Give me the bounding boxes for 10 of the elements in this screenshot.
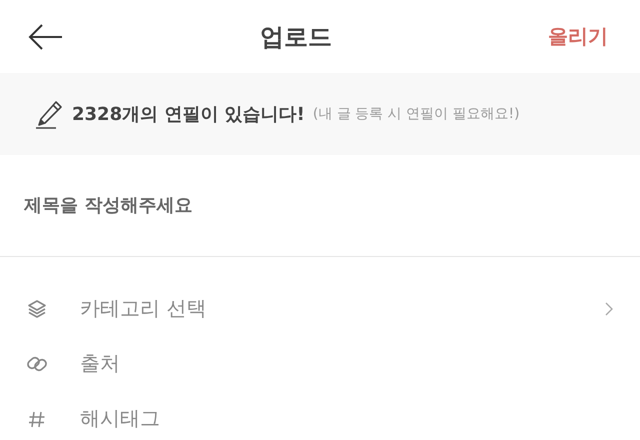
page-title: 업로드 — [260, 22, 332, 52]
pencil-icon — [34, 99, 64, 129]
upload-button[interactable]: 올리기 — [548, 23, 608, 50]
notice-hint: (내 글 등록 시 연필이 필요해요!) — [312, 105, 520, 123]
layers-icon — [26, 298, 48, 320]
option-item[interactable]: 카테고리 선택 — [80, 295, 572, 322]
pencil-count-message: 2328개의 연필이 있습니다! — [72, 103, 305, 126]
back-button[interactable] — [28, 22, 64, 50]
option-item[interactable]: 출처 — [80, 350, 614, 377]
option-item[interactable]: 해시태그 — [80, 405, 614, 432]
